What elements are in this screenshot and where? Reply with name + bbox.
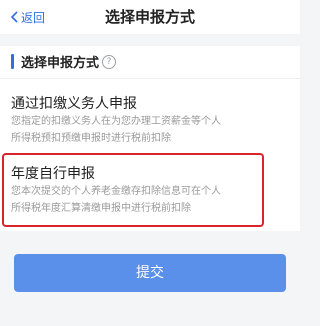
option-title: 通过扣缴义务人申报 [11,96,137,112]
option-description: 您指定的扣缴义务人在为您办理工资薪金等个人 所得税预扣预缴申报时进行税前扣除 [11,113,221,147]
section-accent-bar [11,54,14,69]
option-desc-line: 所得税预扣预缴申报时进行税前扣除 [11,133,171,144]
section-title: 选择申报方式 [21,56,100,71]
top-bar: 返回 选择申报方式 [0,0,300,34]
help-icon[interactable]: ? [102,55,116,69]
submit-button[interactable]: 提交 [14,254,286,292]
highlight-box [2,153,264,227]
section-header: 选择申报方式 ? [0,46,300,78]
option-withholding-agent[interactable]: 通过扣缴义务人申报 您指定的扣缴义务人在为您办理工资薪金等个人 所得税预扣预缴申… [0,78,300,151]
option-desc-line: 您指定的扣缴义务人在为您办理工资薪金等个人 [11,116,221,127]
page-title: 选择申报方式 [104,8,195,26]
